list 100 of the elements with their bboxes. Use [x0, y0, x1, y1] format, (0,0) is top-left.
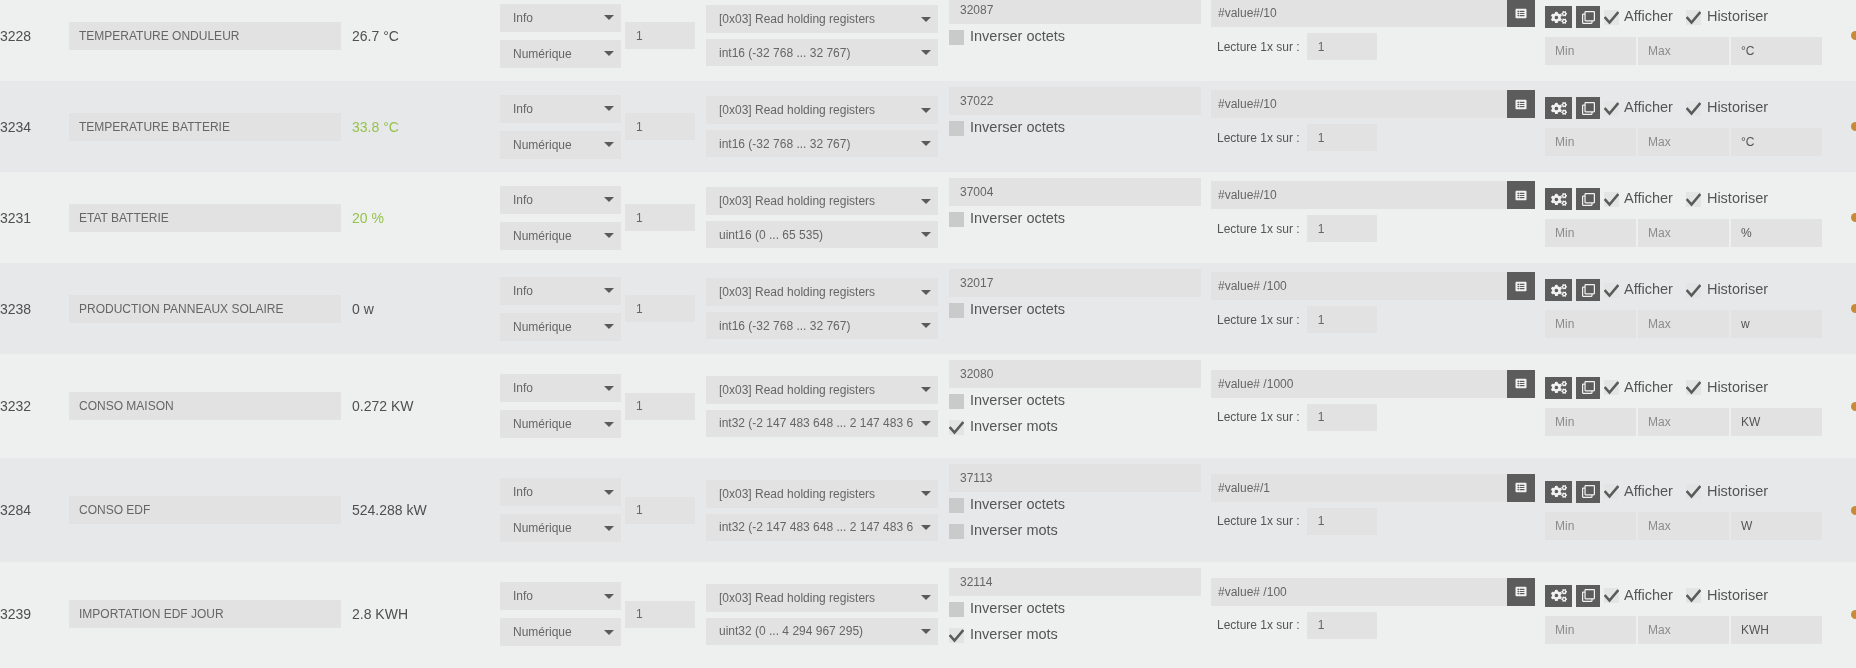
checkbox[interactable] — [949, 393, 964, 409]
formula-field[interactable]: #value# /100 — [1211, 272, 1507, 300]
checkbox[interactable] — [949, 29, 964, 45]
count-field[interactable]: 1 — [625, 496, 695, 524]
settings-button[interactable] — [1545, 97, 1572, 119]
dropdown[interactable]: [0x03] Read holding registers — [706, 96, 938, 124]
dropdown[interactable]: Info — [500, 582, 621, 610]
poll-field[interactable]: 1 — [1306, 611, 1377, 639]
checkbox[interactable] — [949, 419, 964, 435]
copy-button[interactable] — [1576, 584, 1600, 607]
unit-field[interactable]: °C — [1731, 128, 1822, 156]
unit-field[interactable]: % — [1731, 219, 1822, 247]
max-field[interactable]: Max — [1638, 407, 1729, 436]
copy-button[interactable] — [1576, 97, 1600, 119]
checkbox[interactable] — [1604, 282, 1619, 298]
count-field[interactable]: 1 — [625, 295, 695, 322]
dropdown[interactable]: Info — [500, 478, 621, 506]
address-field[interactable]: 32080 — [949, 360, 1201, 388]
list-button[interactable] — [1507, 369, 1535, 398]
address-field[interactable]: 32087 — [949, 0, 1201, 24]
name-field[interactable]: CONSO MAISON — [69, 392, 341, 420]
checkbox[interactable] — [1685, 191, 1701, 207]
checkbox[interactable] — [1604, 588, 1619, 603]
checkbox[interactable] — [1685, 9, 1701, 25]
max-field[interactable]: Max — [1638, 219, 1729, 247]
dropdown[interactable]: Numérique — [500, 312, 621, 341]
dropdown[interactable]: Numérique — [500, 39, 621, 68]
address-field[interactable]: 37113 — [949, 464, 1201, 492]
checkbox[interactable] — [949, 211, 964, 227]
count-field[interactable]: 1 — [625, 22, 695, 49]
poll-field[interactable]: 1 — [1306, 507, 1377, 535]
checkbox[interactable] — [949, 601, 964, 617]
min-field[interactable]: Min — [1545, 37, 1636, 65]
list-button[interactable] — [1507, 181, 1535, 209]
name-field[interactable]: TEMPERATURE ONDULEUR — [69, 21, 341, 50]
checkbox[interactable] — [1604, 100, 1619, 116]
unit-field[interactable]: w — [1731, 310, 1822, 338]
dropdown[interactable]: [0x03] Read holding registers — [706, 375, 938, 404]
count-field[interactable]: 1 — [625, 392, 695, 420]
unit-field[interactable]: W — [1731, 511, 1822, 540]
min-field[interactable]: Min — [1545, 407, 1636, 436]
name-field[interactable]: ETAT BATTERIE — [69, 203, 341, 232]
dropdown[interactable]: [0x03] Read holding registers — [706, 583, 938, 612]
list-button[interactable] — [1507, 0, 1535, 27]
name-field[interactable]: IMPORTATION EDF JOUR — [69, 600, 341, 628]
settings-button[interactable] — [1545, 6, 1572, 28]
list-button[interactable] — [1507, 272, 1535, 300]
dropdown[interactable]: Info — [500, 276, 621, 305]
address-field[interactable]: 37022 — [949, 87, 1201, 115]
name-field[interactable]: CONSO EDF — [69, 496, 341, 524]
dropdown[interactable]: uint32 (0 ... 4 294 967 295) — [706, 617, 938, 645]
max-field[interactable]: Max — [1638, 128, 1729, 156]
copy-button[interactable] — [1576, 6, 1600, 28]
checkbox[interactable] — [1604, 380, 1619, 395]
dropdown[interactable]: Info — [500, 94, 621, 123]
dropdown[interactable]: Info — [500, 374, 621, 402]
min-field[interactable]: Min — [1545, 615, 1636, 644]
dropdown[interactable]: [0x03] Read holding registers — [706, 187, 938, 215]
copy-button[interactable] — [1576, 480, 1600, 503]
formula-field[interactable]: #value#/10 — [1211, 90, 1507, 118]
dropdown[interactable]: Numérique — [500, 410, 621, 438]
min-field[interactable]: Min — [1545, 128, 1636, 156]
count-field[interactable]: 1 — [625, 204, 695, 231]
formula-field[interactable]: #value#/10 — [1211, 181, 1507, 209]
unit-field[interactable]: KW — [1731, 407, 1822, 436]
address-field[interactable]: 32114 — [949, 568, 1201, 596]
checkbox[interactable] — [1685, 380, 1701, 395]
max-field[interactable]: Max — [1638, 511, 1729, 540]
dropdown[interactable]: Numérique — [500, 618, 621, 646]
checkbox[interactable] — [1685, 282, 1701, 298]
count-field[interactable]: 1 — [625, 600, 695, 628]
min-field[interactable]: Min — [1545, 511, 1636, 540]
checkbox[interactable] — [1685, 100, 1701, 116]
dropdown[interactable]: int32 (-2 147 483 648 ... 2 147 483 6 — [706, 513, 938, 541]
dropdown[interactable]: Info — [500, 185, 621, 214]
checkbox[interactable] — [949, 523, 964, 539]
list-button[interactable] — [1507, 90, 1535, 118]
list-button[interactable] — [1507, 473, 1535, 502]
dropdown[interactable]: Numérique — [500, 514, 621, 542]
settings-button[interactable] — [1545, 480, 1572, 503]
poll-field[interactable]: 1 — [1306, 306, 1377, 333]
poll-field[interactable]: 1 — [1306, 403, 1377, 431]
settings-button[interactable] — [1545, 188, 1572, 210]
max-field[interactable]: Max — [1638, 615, 1729, 644]
formula-field[interactable]: #value# /100 — [1211, 577, 1507, 606]
dropdown[interactable]: [0x03] Read holding registers — [706, 5, 938, 33]
poll-field[interactable]: 1 — [1306, 124, 1377, 151]
max-field[interactable]: Max — [1638, 37, 1729, 65]
checkbox[interactable] — [1685, 484, 1701, 499]
checkbox[interactable] — [949, 302, 964, 318]
name-field[interactable]: PRODUCTION PANNEAUX SOLAIRE — [69, 294, 341, 323]
copy-button[interactable] — [1576, 376, 1600, 399]
max-field[interactable]: Max — [1638, 310, 1729, 338]
checkbox[interactable] — [1604, 484, 1619, 499]
checkbox[interactable] — [1604, 9, 1619, 25]
unit-field[interactable]: °C — [1731, 37, 1822, 65]
count-field[interactable]: 1 — [625, 113, 695, 140]
checkbox[interactable] — [949, 120, 964, 136]
dropdown[interactable]: [0x03] Read holding registers — [706, 278, 938, 306]
settings-button[interactable] — [1545, 584, 1572, 607]
